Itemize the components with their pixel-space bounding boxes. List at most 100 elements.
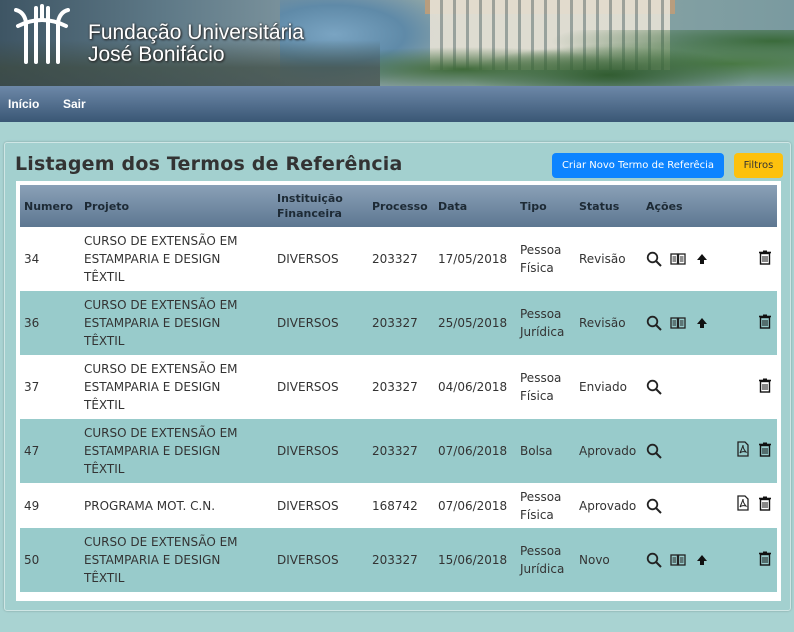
cell-tipo-line-1: Bolsa [520, 444, 553, 458]
cell-tipo-line-1: Pessoa [520, 307, 562, 321]
filters-button[interactable]: Filtros [734, 153, 783, 178]
cell-status: Revisão [579, 252, 626, 266]
pdf-file-icon[interactable] [735, 440, 751, 457]
details-book-icon[interactable] [670, 552, 686, 568]
cell-projeto-line-2: ESTAMPARIA E DESIGN [84, 444, 221, 458]
cell-actions [642, 528, 727, 592]
nav-logout-link[interactable]: Sair [63, 97, 86, 111]
cell-numero: 37 [24, 380, 40, 394]
delete-trash-icon[interactable] [757, 313, 773, 329]
cell-tipo: Pessoa Jurídica [516, 291, 575, 355]
nav-home-link[interactable]: Início [8, 97, 39, 111]
table-row: 49 PROGRAMA MOT. C.N. DIVERSOS 168742 07/06/… [20, 483, 777, 528]
header-processo[interactable]: Processo [368, 185, 434, 227]
details-book-icon[interactable] [670, 315, 686, 331]
header-numero[interactable]: Numero [20, 185, 80, 227]
table-row: 37 CURSO DE EXTENSÃO EM ESTAMPARIA E DESIG… [20, 355, 777, 419]
brand-line-1: Fundação Universitária [88, 21, 304, 44]
brand-name: Fundação Universitária José Bonifácio [88, 22, 304, 66]
cell-status: Enviado [579, 380, 627, 394]
cell-projeto: PROGRAMA MOT. C.N. [80, 483, 273, 528]
cell-projeto-line-1: CURSO DE EXTENSÃO EM [84, 362, 238, 376]
cell-tipo-line-1: Pessoa [520, 243, 562, 257]
cell-data: 25/05/2018 [438, 316, 508, 330]
cell-tipo-line-2: Física [520, 507, 554, 522]
header-instituicao[interactable]: Instituição Financeira [273, 185, 368, 227]
cell-projeto-line-1: CURSO DE EXTENSÃO EM [84, 426, 238, 440]
cell-projeto: CURSO DE EXTENSÃO EM ESTAMPARIA E DESIGN T… [80, 291, 273, 355]
cell-projeto-line-3: TÊXTIL [84, 571, 125, 585]
cell-projeto-line-2: ESTAMPARIA E DESIGN [84, 380, 221, 394]
delete-trash-icon[interactable] [757, 377, 773, 393]
search-icon[interactable] [646, 552, 662, 568]
cell-actions-right [727, 483, 777, 528]
cell-tipo-line-2: Física [520, 261, 554, 275]
submit-arrow-up-icon[interactable] [694, 552, 710, 568]
delete-trash-icon[interactable] [757, 441, 773, 457]
cell-actions-right [727, 419, 777, 483]
header-banner: Fundação Universitária José Bonifácio [0, 0, 794, 86]
cell-projeto: CURSO DE EXTENSÃO EM ESTAMPARIA E DESIGN T… [80, 419, 273, 483]
cell-instituicao: DIVERSOS [277, 498, 339, 513]
cell-numero: 34 [24, 252, 40, 266]
create-term-button[interactable]: Criar Novo Termo de Referêcia [552, 153, 724, 178]
cell-processo: 203327 [372, 316, 418, 330]
header-data[interactable]: Data [434, 185, 516, 227]
cell-data: 07/06/2018 [438, 444, 508, 458]
cell-numero: 47 [24, 444, 40, 458]
cell-actions [642, 419, 727, 483]
cell-instituicao: DIVERSOS [277, 380, 339, 394]
header-instituicao-line-2: Financeira [277, 207, 342, 220]
header-empty [727, 185, 777, 227]
cell-data: 07/06/2018 [438, 498, 508, 513]
search-icon[interactable] [646, 498, 662, 514]
cell-actions [642, 291, 727, 355]
header-tipo[interactable]: Tipo [516, 185, 575, 227]
cell-tipo: Pessoa Física [516, 227, 575, 291]
terms-table-container: Numero Projeto Instituição Financeira Pr… [16, 181, 781, 601]
search-icon[interactable] [646, 379, 662, 395]
submit-arrow-up-icon[interactable] [694, 251, 710, 267]
cell-projeto-line-1: CURSO DE EXTENSÃO EM [84, 234, 238, 248]
cell-projeto-line-1: CURSO DE EXTENSÃO EM [84, 298, 238, 312]
search-icon[interactable] [646, 443, 662, 459]
cell-status: Novo [579, 553, 610, 567]
cell-data: 17/05/2018 [438, 252, 508, 266]
details-book-icon[interactable] [670, 251, 686, 267]
cell-tipo-line-1: Pessoa [520, 371, 562, 385]
cell-status: Revisão [579, 316, 626, 330]
cell-projeto-line-3: TÊXTIL [84, 270, 125, 284]
header-acoes: Ações [646, 199, 683, 213]
cell-projeto-line-2: ESTAMPARIA E DESIGN [84, 316, 221, 330]
terms-panel: Listagem dos Termos de Referência Criar … [4, 142, 791, 611]
delete-trash-icon[interactable] [757, 249, 773, 265]
cell-processo: 203327 [372, 553, 418, 567]
cell-projeto-line-3: TÊXTIL [84, 334, 125, 348]
delete-trash-icon[interactable] [757, 550, 773, 566]
page-title: Listagem dos Termos de Referência [15, 153, 403, 175]
cell-data: 15/06/2018 [438, 553, 508, 567]
navbar: Início Sair [0, 86, 794, 122]
cell-projeto: CURSO DE EXTENSÃO EM ESTAMPARIA E DESIGN T… [80, 355, 273, 419]
cell-actions-right [727, 355, 777, 419]
cell-processo: 203327 [372, 380, 418, 394]
cell-processo: 203327 [372, 444, 418, 458]
pdf-file-icon[interactable] [735, 495, 751, 511]
delete-trash-icon[interactable] [757, 495, 773, 511]
cell-status: Aprovado [579, 498, 637, 513]
cell-numero: 36 [24, 316, 40, 330]
table-row: 34 CURSO DE EXTENSÃO EM ESTAMPARIA E DESIG… [20, 227, 777, 291]
header-projeto[interactable]: Projeto [80, 185, 273, 227]
table-header-row: Numero Projeto Instituição Financeira Pr… [20, 185, 777, 227]
header-status[interactable]: Status [575, 185, 642, 227]
cell-numero: 50 [24, 553, 40, 567]
cell-tipo-line-2: Física [520, 389, 554, 403]
table-row: 36 CURSO DE EXTENSÃO EM ESTAMPARIA E DESIG… [20, 291, 777, 355]
cell-processo: 168742 [372, 498, 418, 513]
search-icon[interactable] [646, 315, 662, 331]
submit-arrow-up-icon[interactable] [694, 315, 710, 331]
search-icon[interactable] [646, 251, 662, 267]
table-row: 47 CURSO DE EXTENSÃO EM ESTAMPARIA E DESIG… [20, 419, 777, 483]
cell-actions-right [727, 291, 777, 355]
cell-tipo-line-2: Jurídica [520, 562, 565, 576]
